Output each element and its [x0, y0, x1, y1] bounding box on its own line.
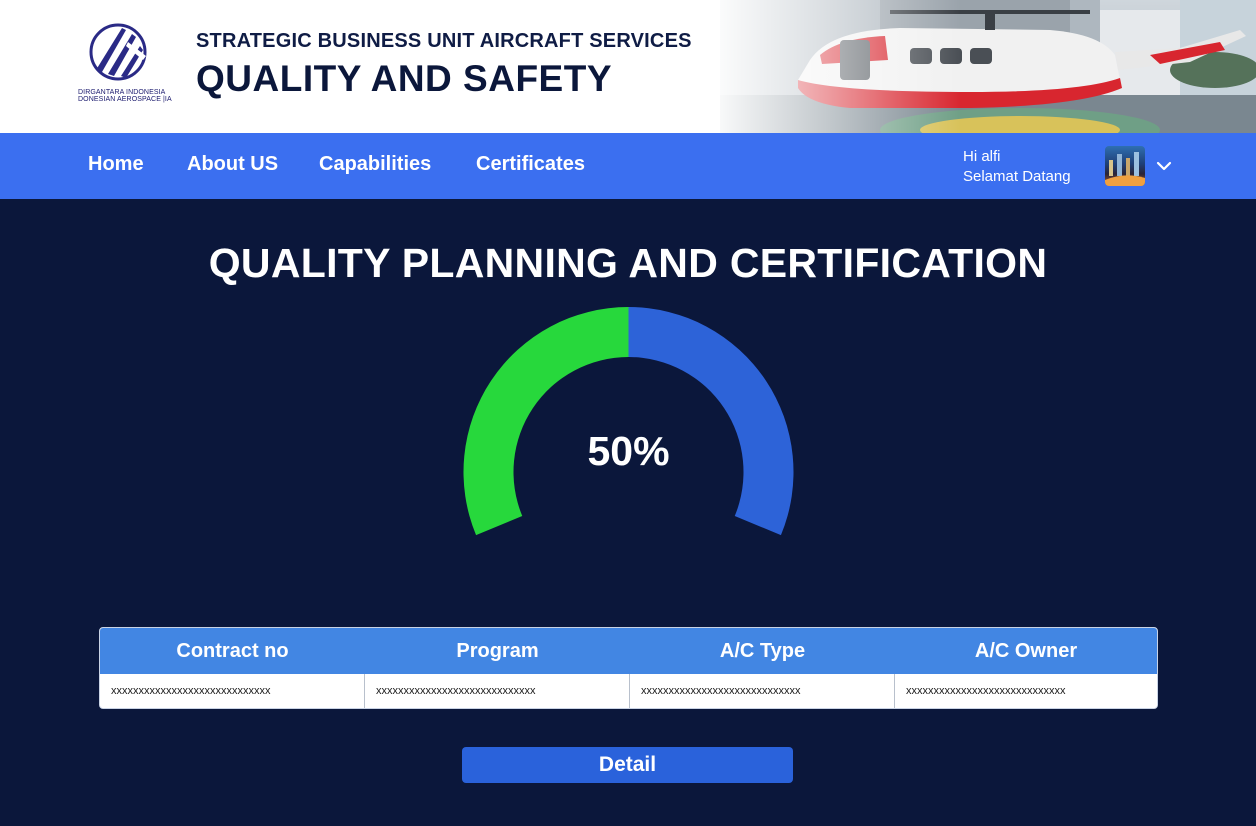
column-header-ac-type: A/C Type	[719, 640, 806, 662]
chevron-down-icon[interactable]	[1155, 157, 1173, 175]
company-logo[interactable]: DIRGANTARA INDONESIA DONESIAN AEROSPACE …	[78, 22, 172, 104]
welcome-text: Selamat Datang	[963, 168, 1071, 185]
nav-certificates[interactable]: Certificates	[476, 153, 585, 176]
gauge-percentage: 50%	[587, 428, 670, 474]
header: DIRGANTARA INDONESIA DONESIAN AEROSPACE …	[0, 0, 1256, 133]
user-greeting: Hi alfi	[963, 148, 1001, 165]
table-row[interactable]: xxxxxxxxxxxxxxxxxxxxxxxxxxxxx xxxxxxxxxx…	[100, 674, 1157, 708]
column-header-ac-owner: A/C Owner	[974, 640, 1078, 662]
cell-program: xxxxxxxxxxxxxxxxxxxxxxxxxxxxx	[365, 674, 630, 708]
section-heading: QUALITY PLANNING AND CERTIFICATION	[208, 240, 1048, 286]
logo-emblem	[89, 23, 147, 81]
cell-ac-type: xxxxxxxxxxxxxxxxxxxxxxxxxxxxx	[630, 674, 895, 708]
detail-button[interactable]: Detail	[462, 747, 793, 783]
column-header-contract-no: Contract no	[176, 640, 289, 662]
page-title: QUALITY AND SAFETY	[196, 58, 613, 99]
user-avatar[interactable]	[1105, 146, 1145, 186]
gauge-arc-done	[463, 307, 629, 536]
cell-ac-owner: xxxxxxxxxxxxxxxxxxxxxxxxxxxxx	[906, 685, 1066, 697]
nav-capabilities[interactable]: Capabilities	[319, 153, 431, 176]
cell-contract-no: xxxxxxxxxxxxxxxxxxxxxxxxxxxxx	[100, 674, 365, 708]
column-header-program: Program	[456, 640, 539, 662]
nav-home[interactable]: Home	[88, 153, 144, 176]
page-subtitle: STRATEGIC BUSINESS UNIT AIRCRAFT SERVICE…	[196, 30, 692, 52]
nav-about-us[interactable]: About US	[187, 153, 278, 176]
gauge-arc-remaining	[628, 307, 794, 536]
helicopter-banner-image	[720, 0, 1256, 133]
contract-table: Contract no Program A/C Type A/C Owner x…	[99, 627, 1158, 709]
main-navigation: Home About US Capabilities Certificates …	[0, 133, 1256, 199]
table-header: Contract no Program A/C Type A/C Owner	[100, 628, 1157, 674]
logo-text-line2: DONESIAN AEROSPACE |IA	[78, 96, 172, 103]
